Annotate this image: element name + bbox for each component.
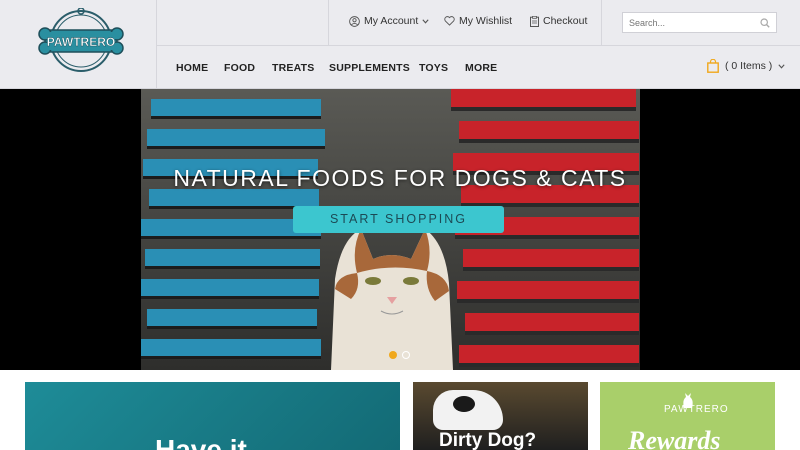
cart-label: ( 0 Items ) xyxy=(725,60,773,72)
site-header: PAWTRERO My Account My Wishlist Checkout… xyxy=(0,0,800,89)
nav-item-treats[interactable]: TREATS xyxy=(272,62,314,74)
promo-tile-3-brand: PAWTRERO xyxy=(664,404,729,415)
hero-title: NATURAL FOODS FOR DOGS & CATS xyxy=(173,165,627,191)
chevron-down-icon xyxy=(778,63,785,69)
top-bar: My Account My Wishlist Checkout xyxy=(157,0,800,46)
promo-tile-2[interactable]: Dirty Dog? xyxy=(413,382,588,450)
divider xyxy=(601,0,602,46)
search-icon[interactable] xyxy=(760,18,770,28)
chevron-down-icon xyxy=(422,18,429,24)
main-navigation: HOME FOOD TREATS SUPPLEMENTS TOYS MORE (… xyxy=(157,47,800,89)
checkout-label: Checkout xyxy=(543,15,588,27)
nav-item-more[interactable]: MORE xyxy=(465,62,497,74)
promo-tile-1-text: Have it xyxy=(155,434,247,450)
slider-pagination xyxy=(389,351,410,359)
slider-dot-2[interactable] xyxy=(402,351,410,359)
heart-icon xyxy=(444,16,455,26)
divider xyxy=(328,0,329,46)
promo-tile-3-text: Rewards xyxy=(628,426,721,450)
my-account-link[interactable]: My Account xyxy=(349,15,429,27)
nav-item-food[interactable]: FOOD xyxy=(224,62,255,74)
logo-container[interactable]: PAWTRERO xyxy=(0,0,157,89)
shopping-bag-icon xyxy=(707,59,719,73)
nav-item-supplements[interactable]: SUPPLEMENTS xyxy=(329,62,410,74)
logo-text: PAWTRERO xyxy=(47,35,115,49)
promo-tile-3[interactable]: PAWTRERO Rewards xyxy=(600,382,775,450)
start-shopping-button[interactable]: START SHOPPING xyxy=(293,206,504,233)
hero-slider: NATURAL FOODS FOR DOGS & CATS START SHOP… xyxy=(0,89,800,370)
search-input[interactable] xyxy=(623,13,753,32)
promo-tile-1[interactable]: Have it xyxy=(25,382,400,450)
promo-tile-2-text: Dirty Dog? xyxy=(439,430,537,450)
cat-illustration xyxy=(331,229,453,370)
nav-item-home[interactable]: HOME xyxy=(176,62,208,74)
my-account-label: My Account xyxy=(364,15,419,27)
search-box xyxy=(622,12,777,33)
wishlist-label: My Wishlist xyxy=(459,15,513,27)
cart-button[interactable]: ( 0 Items ) xyxy=(707,59,785,73)
checkout-link[interactable]: Checkout xyxy=(530,15,587,27)
slider-dot-1[interactable] xyxy=(389,351,397,359)
nav-item-toys[interactable]: TOYS xyxy=(419,62,448,74)
clipboard-icon xyxy=(530,15,539,27)
brand-logo[interactable]: PAWTRERO xyxy=(37,8,125,74)
wishlist-link[interactable]: My Wishlist xyxy=(444,15,512,27)
user-icon xyxy=(349,15,360,27)
